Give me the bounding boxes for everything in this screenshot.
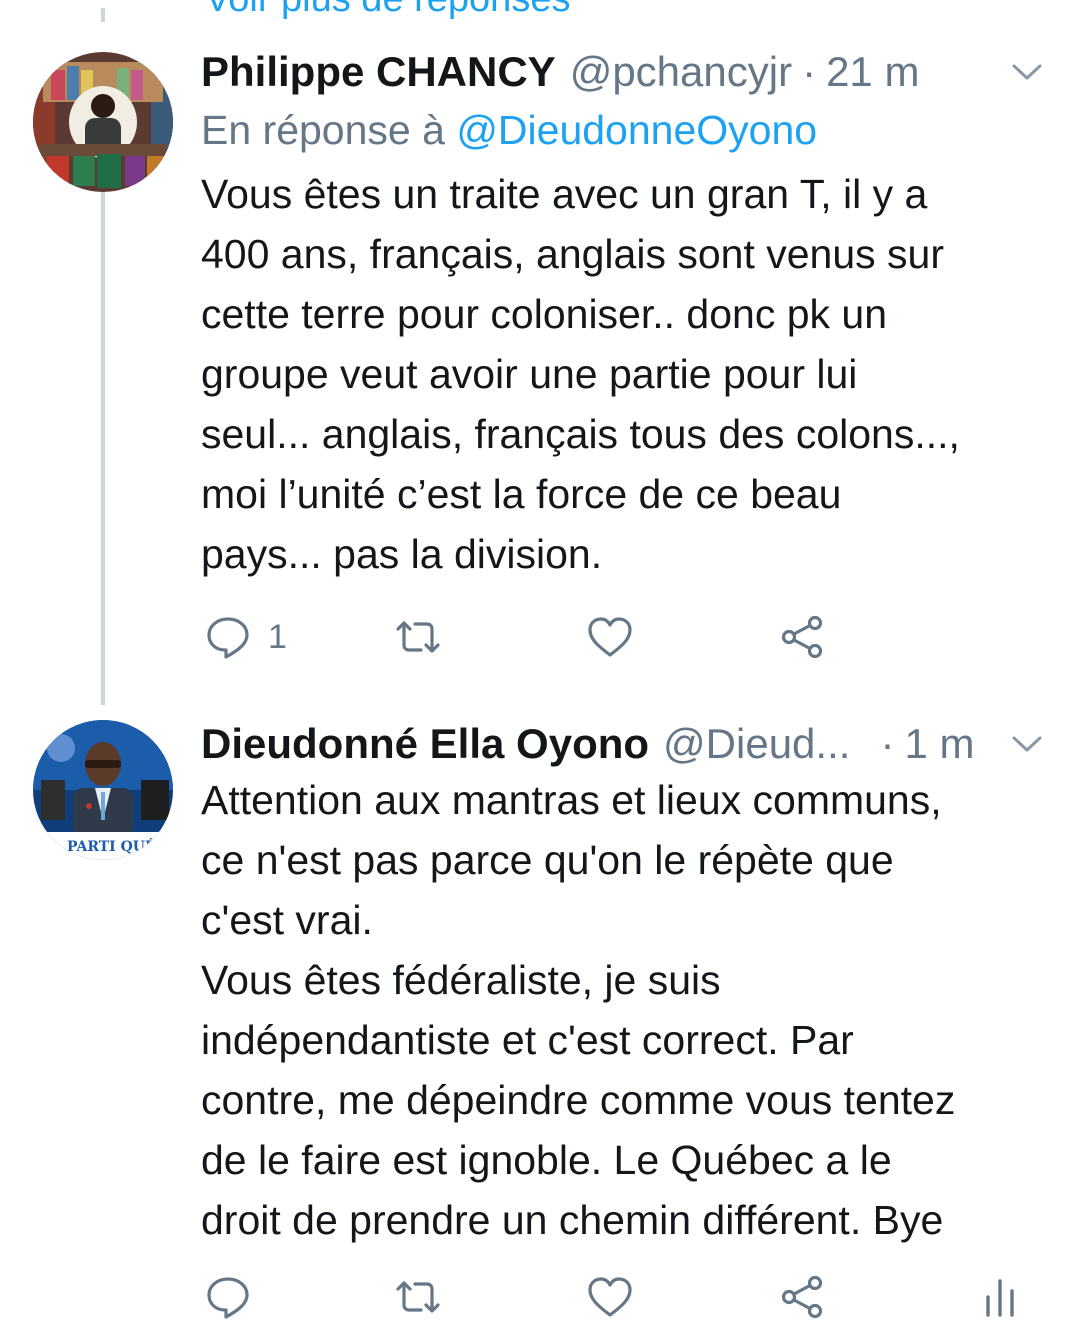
timestamp[interactable]: 21 m [826, 46, 919, 98]
avatar-banner: PARTI QUÉBÉCOIS [67, 837, 173, 855]
tweet-actions [200, 1272, 1040, 1322]
author-name[interactable]: Dieudonné Ella Oyono [201, 718, 649, 770]
retweet-button[interactable] [394, 612, 442, 662]
tweet-thread: Voir plus de réponses [0, 0, 1080, 1336]
avatar[interactable] [33, 52, 173, 192]
reply-icon [207, 1277, 249, 1319]
share-icon [781, 615, 823, 659]
tweet-actions: 1 [200, 612, 1040, 662]
like-button[interactable] [586, 612, 634, 662]
thread-line [101, 185, 105, 705]
separator-dot: · [802, 48, 817, 95]
tweet-header: Philippe CHANCY @pchancyjr · 21 m [201, 46, 1044, 98]
author-handle[interactable]: @pchancyjr [570, 46, 792, 98]
avatar[interactable]: PARTI QUÉBÉCOIS [33, 720, 173, 860]
author-name[interactable]: Philippe CHANCY [201, 46, 556, 98]
analytics-button[interactable] [976, 1272, 1024, 1322]
chevron-down-icon[interactable] [1010, 732, 1044, 756]
tweet-text: Vous êtes un traite avec un gran T, il y… [201, 171, 960, 577]
avatar-image [33, 52, 173, 192]
like-icon [588, 1277, 632, 1317]
timestamp[interactable]: 1 m [904, 718, 974, 770]
chevron-down-icon[interactable] [1010, 60, 1044, 84]
reply-icon [207, 617, 249, 659]
tweet-text: Attention aux mantras et lieux communs, … [201, 777, 956, 1243]
author-handle[interactable]: @Dieud... [663, 718, 850, 770]
more-replies-link[interactable]: Voir plus de réponses [205, 0, 570, 21]
reply-context: En réponse à @DieudonneOyono [201, 104, 817, 156]
share-button[interactable] [778, 1272, 826, 1322]
reply-button[interactable] [204, 1272, 252, 1322]
retweet-icon [396, 1281, 440, 1313]
analytics-icon [986, 1279, 1014, 1317]
retweet-icon [396, 621, 440, 653]
reply-count: 1 [268, 617, 287, 656]
reply-prefix: En réponse à [201, 107, 445, 153]
like-icon [588, 617, 632, 657]
share-button[interactable] [778, 612, 826, 662]
like-button[interactable] [586, 1272, 634, 1322]
retweet-button[interactable] [394, 1272, 442, 1322]
separator-dot: · [880, 720, 895, 767]
share-icon [781, 1275, 823, 1319]
reply-mention-link[interactable]: @DieudonneOyono [456, 107, 817, 153]
reply-button[interactable]: 1 [204, 612, 287, 662]
avatar-image: PARTI QUÉBÉCOIS [33, 720, 173, 860]
thread-line-top [101, 8, 105, 22]
tweet-header: Dieudonné Ella Oyono @Dieud... · 1 m [201, 718, 1044, 770]
